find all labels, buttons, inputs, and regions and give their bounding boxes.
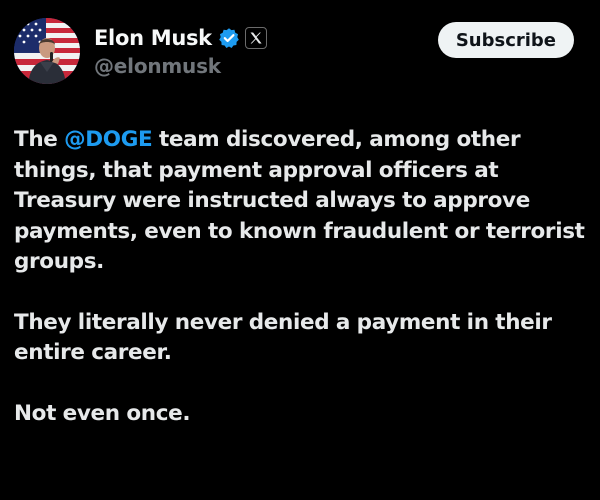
author-handle[interactable]: @elonmusk (94, 54, 267, 78)
avatar[interactable] (14, 18, 80, 84)
tweet-card: Elon Musk @elonmusk Subscribe The @DOGE … (0, 0, 600, 500)
avatar-image (14, 18, 80, 84)
tweet-paragraph-2: They literally never denied a payment in… (14, 309, 552, 366)
verified-badge-icon[interactable] (218, 27, 240, 49)
author-display-name[interactable]: Elon Musk (94, 26, 212, 50)
x-logo-icon[interactable] (244, 27, 267, 49)
mention-link[interactable]: @DOGE (64, 127, 153, 152)
tweet-paragraph-3: Not even once. (14, 400, 191, 426)
tweet-header: Elon Musk @elonmusk Subscribe (14, 18, 586, 86)
tweet-body: The @DOGE team discovered, among other t… (14, 125, 594, 429)
subscribe-button[interactable]: Subscribe (437, 22, 574, 58)
author-block: Elon Musk @elonmusk (94, 24, 267, 78)
tweet-text-segment: The (14, 127, 65, 152)
name-row: Elon Musk (94, 24, 267, 52)
tweet-paragraph-1: The @DOGE team discovered, among other t… (14, 125, 594, 278)
